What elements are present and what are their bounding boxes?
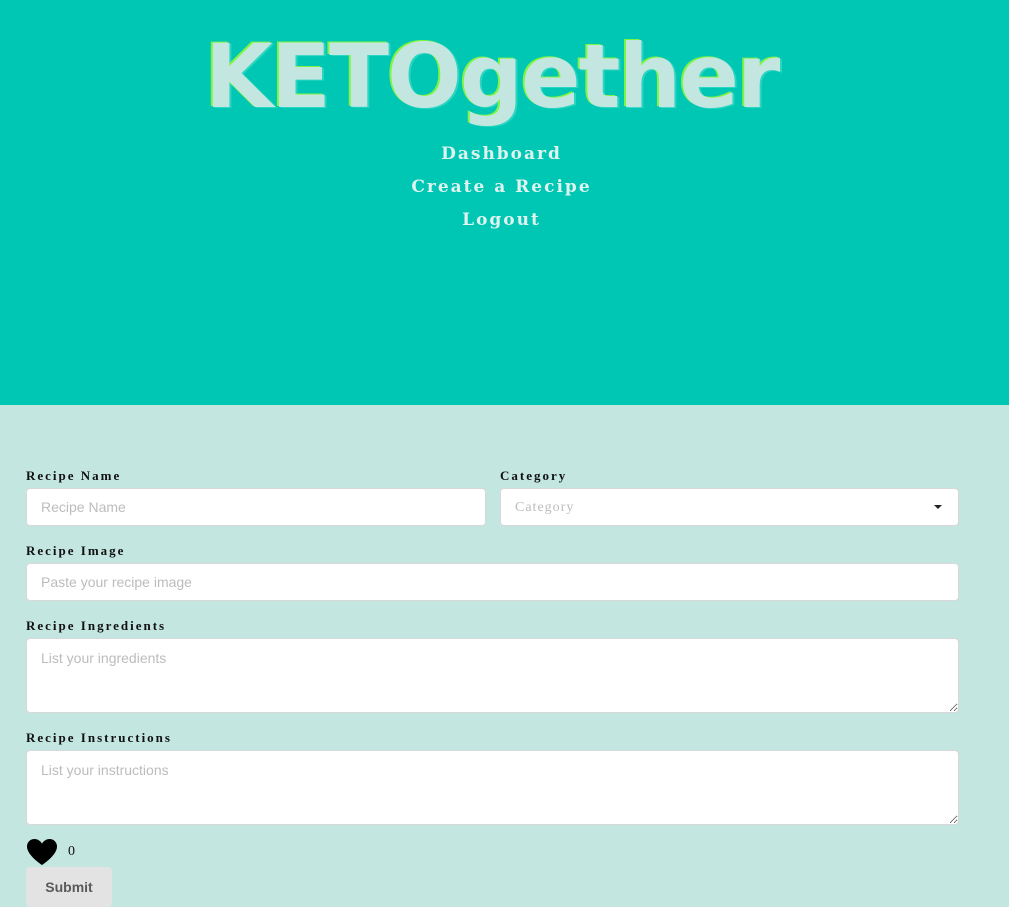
brand-logo: KETOgether bbox=[204, 25, 781, 128]
recipe-image-input[interactable] bbox=[26, 563, 959, 601]
nav-create-recipe-link[interactable]: Create a Recipe bbox=[0, 171, 1003, 204]
instructions-textarea[interactable] bbox=[26, 750, 959, 825]
recipe-name-input[interactable] bbox=[26, 488, 486, 526]
heart-icon[interactable] bbox=[26, 838, 58, 866]
recipe-image-label: Recipe Image bbox=[26, 543, 126, 558]
like-count: 0 bbox=[68, 844, 75, 859]
ingredients-textarea[interactable] bbox=[26, 638, 959, 713]
recipe-instructions-label: Recipe Instructions bbox=[26, 730, 172, 745]
category-label: Category bbox=[500, 468, 568, 483]
nav-dashboard-link[interactable]: Dashboard bbox=[0, 138, 1003, 171]
main-nav: Dashboard Create a Recipe Logout bbox=[0, 138, 1003, 237]
category-selected-value: Category bbox=[515, 500, 575, 515]
chevron-down-icon bbox=[934, 505, 942, 509]
category-select[interactable]: Category bbox=[500, 488, 959, 526]
nav-logout-link[interactable]: Logout bbox=[0, 204, 1003, 237]
recipe-name-label: Recipe Name bbox=[26, 468, 122, 483]
recipe-ingredients-label: Recipe Ingredients bbox=[26, 618, 167, 633]
site-header: KETOgether Dashboard Create a Recipe Log… bbox=[0, 0, 1009, 405]
submit-button[interactable]: Submit bbox=[26, 867, 112, 907]
